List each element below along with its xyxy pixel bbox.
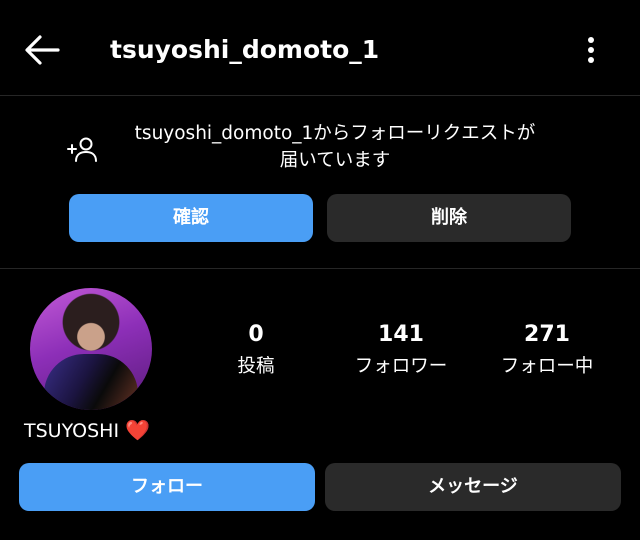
section-divider <box>0 268 640 269</box>
avatar-photo <box>44 354 138 410</box>
follow-request-message: tsuyoshi_domoto_1からフォローリクエストが 届いています <box>100 120 570 174</box>
follow-button[interactable]: フォロー <box>19 463 315 511</box>
posts-stat[interactable]: 0 投稿 <box>216 320 296 382</box>
avatar[interactable] <box>30 288 152 410</box>
follow-request-line-2: 届いています <box>279 150 391 171</box>
followers-count: 141 <box>378 322 424 347</box>
profile-display-name: TSUYOSHI ❤️ <box>24 416 150 445</box>
following-stat[interactable]: 271 フォロー中 <box>484 320 610 382</box>
following-count: 271 <box>524 322 570 347</box>
more-vertical-icon <box>588 37 594 63</box>
posts-count: 0 <box>248 322 264 347</box>
top-bar: tsuyoshi_domoto_1 <box>0 0 640 96</box>
person-add-icon <box>67 137 97 162</box>
message-button[interactable]: メッセージ <box>325 463 621 511</box>
followers-label: フォロワー <box>354 356 448 377</box>
followers-stat[interactable]: 141 フォロワー <box>336 320 466 382</box>
delete-request-button[interactable]: 削除 <box>327 194 571 242</box>
following-label: フォロー中 <box>500 356 594 377</box>
heart-emoji: ❤️ <box>125 418 150 442</box>
header-divider <box>0 95 640 96</box>
confirm-request-button[interactable]: 確認 <box>69 194 313 242</box>
page-title: tsuyoshi_domoto_1 <box>110 35 380 64</box>
follow-request-line-1: tsuyoshi_domoto_1からフォローリクエストが <box>134 123 536 144</box>
display-name-text: TSUYOSHI <box>24 420 120 442</box>
arrow-left-icon <box>25 35 60 65</box>
more-options-button[interactable] <box>574 30 608 70</box>
posts-label: 投稿 <box>237 356 275 377</box>
back-button[interactable] <box>22 30 62 70</box>
